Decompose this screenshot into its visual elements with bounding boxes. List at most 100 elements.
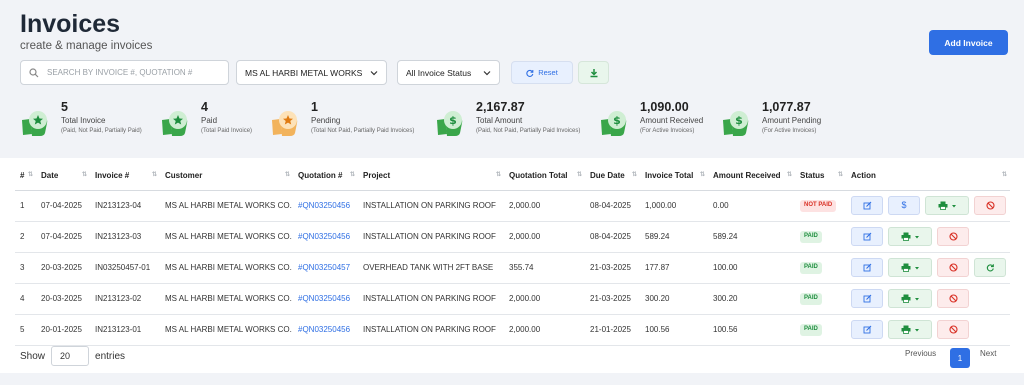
column-header[interactable]: Project ⇅ — [358, 161, 504, 191]
row-amount-received: 100.00 — [708, 252, 795, 284]
column-header[interactable]: Invoice Total ⇅ — [640, 161, 708, 191]
stat-label: Amount Pending — [762, 116, 822, 125]
print-menu-button[interactable] — [888, 289, 932, 308]
star-icon — [22, 111, 48, 136]
edit-icon — [863, 232, 871, 241]
row-customer: MS AL HARBI METAL WORKS CO. — [160, 252, 293, 284]
stat-value: 4 — [201, 100, 208, 114]
row-project: INSTALLATION ON PARKING ROOF — [358, 314, 504, 346]
status-select[interactable]: All Invoice Status — [397, 60, 500, 85]
row-actions: $ — [846, 190, 1010, 222]
search-placeholder: SEARCH BY INVOICE #, QUOTATION # — [47, 68, 193, 77]
regenerate-button[interactable] — [974, 258, 1006, 277]
ban-icon — [985, 201, 995, 210]
row-quotation-link[interactable]: #QN03250457 — [293, 252, 358, 284]
download-button[interactable] — [578, 61, 609, 84]
cancel-invoice-button[interactable] — [937, 258, 969, 277]
edit-button[interactable] — [851, 320, 883, 339]
row-invoice-total: 1,000.00 — [640, 190, 708, 222]
row-project: INSTALLATION ON PARKING ROOF — [358, 283, 504, 315]
print-menu-button[interactable] — [888, 320, 932, 339]
column-header[interactable]: Date ⇅ — [36, 161, 90, 191]
edit-button[interactable] — [851, 258, 883, 277]
sort-icon: ⇅ — [495, 172, 501, 178]
row-date: 20-03-2025 — [36, 283, 90, 315]
column-header[interactable]: Amount Received ⇅ — [708, 161, 795, 191]
stat-subtext: (For Active Invoices) — [640, 128, 695, 134]
row-date: 20-01-2025 — [36, 314, 90, 346]
row-quotation-total: 2,000.00 — [504, 221, 585, 253]
stat-value: 2,167.87 — [476, 100, 525, 114]
row-quotation-link[interactable]: #QN03250456 — [293, 190, 358, 222]
column-header[interactable]: Quotation # ⇅ — [293, 161, 358, 191]
print-menu-button[interactable] — [888, 258, 932, 277]
row-quotation-total: 2,000.00 — [504, 190, 585, 222]
reset-button[interactable]: Reset — [511, 61, 573, 84]
customer-select[interactable]: MS AL HARBI METAL WORKS — [236, 60, 387, 85]
row-due-date: 08-04-2025 — [585, 221, 640, 253]
row-invoice: IN03250457-01 — [90, 252, 160, 284]
status-badge: PAID — [800, 231, 822, 243]
row-actions — [846, 252, 1010, 284]
cancel-invoice-button[interactable] — [937, 289, 969, 308]
row-invoice: IN213123-01 — [90, 314, 160, 346]
column-header[interactable]: Quotation Total ⇅ — [504, 161, 585, 191]
page-subtitle: create & manage invoices — [20, 40, 153, 52]
cancel-invoice-button[interactable] — [974, 196, 1006, 215]
cancel-invoice-button[interactable] — [937, 227, 969, 246]
column-header[interactable]: Customer ⇅ — [160, 161, 293, 191]
svg-text:$: $ — [735, 114, 743, 127]
row-invoice: IN213123-02 — [90, 283, 160, 315]
edit-icon — [863, 325, 871, 334]
row-quotation-link[interactable]: #QN03250456 — [293, 314, 358, 346]
row-number: 5 — [15, 314, 36, 346]
dollar-icon: $ — [437, 111, 463, 136]
edit-button[interactable] — [851, 289, 883, 308]
column-header[interactable]: Status ⇅ — [795, 161, 846, 191]
row-date: 07-04-2025 — [36, 221, 90, 253]
stat-label: Total Invoice — [61, 116, 106, 125]
row-quotation-link[interactable]: #QN03250456 — [293, 283, 358, 315]
sort-icon: ⇅ — [699, 172, 705, 178]
printer-icon — [901, 325, 910, 334]
ban-icon — [948, 294, 958, 303]
table-row: 4 20-03-2025 IN213123-02 MS AL HARBI MET… — [15, 283, 1010, 315]
caret-down-icon — [914, 297, 919, 300]
edit-button[interactable] — [851, 227, 883, 246]
search-icon — [29, 67, 39, 77]
page-header: Invoices create & manage invoices Add In… — [0, 0, 1024, 158]
page-1-button[interactable]: 1 — [950, 348, 970, 368]
status-badge: PAID — [800, 293, 822, 305]
row-invoice: IN213123-03 — [90, 221, 160, 253]
edit-button[interactable] — [851, 196, 883, 215]
print-menu-button[interactable] — [925, 196, 969, 215]
column-header[interactable]: # ⇅ — [15, 161, 36, 191]
stat-label: Total Amount — [476, 116, 523, 125]
dollar-icon: $ — [723, 111, 749, 136]
dollar-icon: $ — [901, 199, 907, 210]
chevron-down-icon — [483, 71, 491, 76]
entries-label: entries — [95, 350, 126, 362]
previous-page-button[interactable]: Previous — [905, 349, 936, 358]
next-page-button[interactable]: Next — [980, 349, 996, 358]
column-header[interactable]: Due Date ⇅ — [585, 161, 640, 191]
search-input[interactable]: SEARCH BY INVOICE #, QUOTATION # — [20, 60, 229, 85]
sort-icon: ⇅ — [837, 172, 843, 178]
column-header[interactable]: Action ⇅ — [846, 161, 1010, 191]
payment-button[interactable]: $ — [888, 196, 920, 215]
print-menu-button[interactable] — [888, 227, 932, 246]
entries-input[interactable]: 20 — [51, 346, 90, 366]
row-invoice-total: 177.87 — [640, 252, 708, 284]
row-date: 07-04-2025 — [36, 190, 90, 222]
column-header[interactable]: Invoice # ⇅ — [90, 161, 160, 191]
status-badge: PAID — [800, 262, 822, 274]
page-title: Invoices — [20, 10, 121, 38]
edit-icon — [863, 201, 871, 210]
row-actions — [846, 314, 1010, 346]
stat-label: Amount Received — [640, 116, 704, 125]
table-header-row: # ⇅ Date ⇅ Invoice # ⇅ Customer ⇅ Quotation … — [15, 161, 1010, 191]
add-invoice-button[interactable]: Add Invoice — [929, 30, 1008, 55]
cancel-invoice-button[interactable] — [937, 320, 969, 339]
row-quotation-link[interactable]: #QN03250456 — [293, 221, 358, 253]
reset-label: Reset — [538, 68, 558, 77]
